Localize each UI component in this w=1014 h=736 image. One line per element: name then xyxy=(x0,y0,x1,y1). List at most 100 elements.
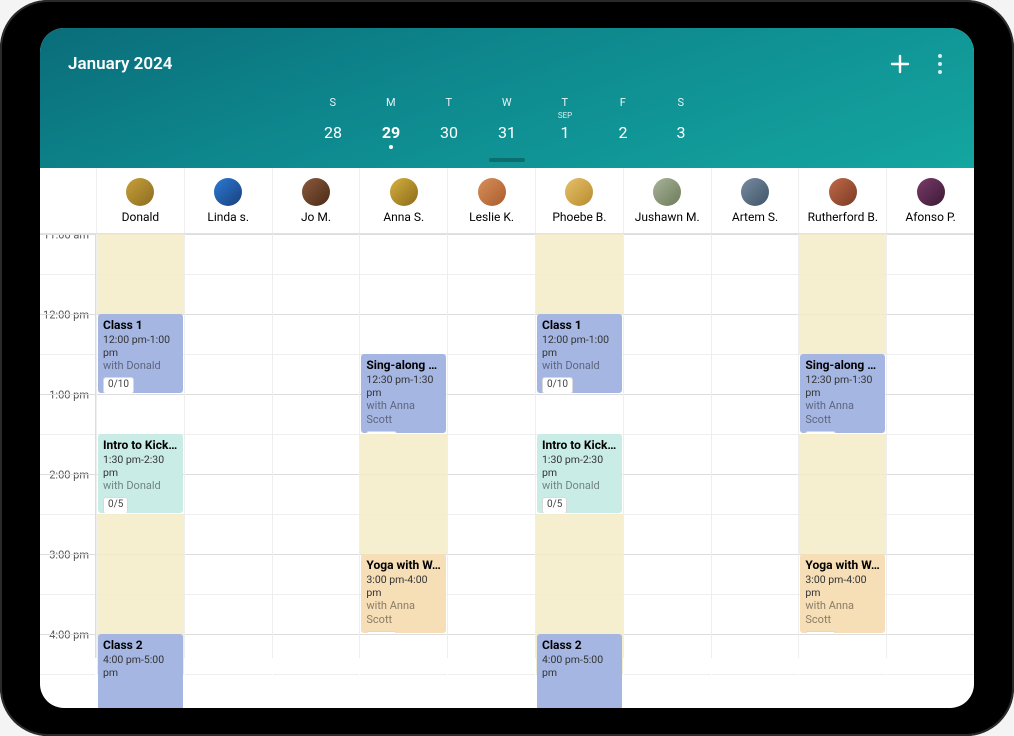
lane[interactable] xyxy=(447,234,535,658)
unavailable-block xyxy=(360,434,447,554)
avatar xyxy=(829,178,857,206)
event-title: Intro to Kickb… xyxy=(103,438,178,453)
event-title: Class 1 xyxy=(103,318,178,333)
time-label: 1:00 pm xyxy=(47,389,91,402)
lane[interactable] xyxy=(623,234,711,658)
staff-column-header[interactable]: Jushawn M. xyxy=(623,168,711,233)
day-abbr: T xyxy=(445,96,452,109)
weekday-selector: S 28 M29 T 30 W31 TSEP1 F2 S3 xyxy=(68,96,946,149)
event[interactable]: Class 24:00 pm-5:00 pm xyxy=(537,634,622,708)
lane[interactable] xyxy=(272,234,360,658)
staff-column-header[interactable]: Afonso P. xyxy=(886,168,974,233)
time-label: 12:00 pm xyxy=(41,309,91,322)
staff-name: Donald xyxy=(122,210,160,224)
staff-name: Jo M. xyxy=(301,210,331,224)
event-title: Yoga with W… xyxy=(366,558,441,573)
event-instructor: with Donald xyxy=(542,359,617,373)
staff-name: Afonso P. xyxy=(905,210,955,224)
day-abbr: S xyxy=(329,96,336,109)
avatar xyxy=(478,178,506,206)
event[interactable]: Yoga with W…3:00 pm-4:00 pmwith Anna Sco… xyxy=(800,554,885,633)
event-capacity: 0/10 xyxy=(366,431,397,433)
event-title: Class 2 xyxy=(542,638,617,653)
event-capacity: 0/10 xyxy=(366,631,397,633)
lane[interactable] xyxy=(711,234,799,658)
more-menu-button[interactable] xyxy=(934,50,946,78)
lane[interactable] xyxy=(184,234,272,658)
event[interactable]: Yoga with W…3:00 pm-4:00 pmwith Anna Sco… xyxy=(361,554,446,633)
add-event-button[interactable] xyxy=(888,52,912,76)
event[interactable]: Sing-along S…12:30 pm-1:30 pmwith Anna S… xyxy=(361,354,446,433)
staff-name: Leslie K. xyxy=(469,210,514,224)
event-capacity: 0/5 xyxy=(542,497,567,513)
avatar xyxy=(302,178,330,206)
calendar-grid-scroll[interactable]: 11:00 am12:00 pm1:00 pm2:00 pm3:00 pm4:0… xyxy=(40,234,974,708)
event-instructor: with Donald xyxy=(542,479,617,493)
event[interactable]: Sing-along S…12:30 pm-1:30 pmwith Anna S… xyxy=(800,354,885,433)
lane[interactable]: Sing-along S…12:30 pm-1:30 pmwith Anna S… xyxy=(359,234,447,658)
staff-column-header[interactable]: Phoebe B. xyxy=(535,168,623,233)
event-capacity: 0/5 xyxy=(103,497,128,513)
calendar-header: January 2024 S 28 M29 T 30 W31 TSEP1 F2 S3 xyxy=(40,28,974,168)
day-selector-28[interactable]: S 28 xyxy=(318,96,348,149)
avatar xyxy=(390,178,418,206)
event-title: Yoga with W… xyxy=(805,558,880,573)
lane[interactable]: Class 112:00 pm-1:00 pmwith Donald0/10 In… xyxy=(96,234,184,658)
staff-column-header[interactable]: Jo M. xyxy=(272,168,360,233)
event-instructor: with Anna Scott xyxy=(366,599,441,627)
event[interactable]: Class 112:00 pm-1:00 pmwith Donald0/10 xyxy=(537,314,622,393)
tablet-frame: January 2024 S28M29T30W31TSEP1F2S3 Do xyxy=(0,0,1014,736)
screen: January 2024 S28M29T30W31TSEP1F2S3 Do xyxy=(40,28,974,708)
event-instructor: with Anna Scott xyxy=(805,599,880,627)
day-selected-dot xyxy=(389,145,393,149)
event[interactable]: Class 112:00 pm-1:00 pmwith Donald0/10 xyxy=(98,314,183,393)
staff-column-header[interactable]: Leslie K. xyxy=(447,168,535,233)
event-capacity: 0/10 xyxy=(805,431,836,433)
avatar xyxy=(917,178,945,206)
day-selector-3[interactable]: S3 xyxy=(666,96,696,149)
event-time: 12:00 pm-1:00 pm xyxy=(542,333,617,359)
staff-column-header[interactable]: Rutherford B. xyxy=(798,168,886,233)
time-label: 2:00 pm xyxy=(47,469,91,482)
event[interactable]: Intro to Kickb…1:30 pm-2:30 pmwith Donal… xyxy=(537,434,622,513)
time-label: 4:00 pm xyxy=(47,629,91,642)
event-title: Sing-along S… xyxy=(366,358,441,373)
staff-column-header[interactable]: Linda s. xyxy=(184,168,272,233)
day-selector-29[interactable]: M29 xyxy=(376,96,406,149)
day-selector-2[interactable]: F2 xyxy=(608,96,638,149)
day-selector-31[interactable]: W31 xyxy=(492,96,522,149)
calendar-grid: 11:00 am12:00 pm1:00 pm2:00 pm3:00 pm4:0… xyxy=(40,234,974,658)
event-title: Class 1 xyxy=(542,318,617,333)
event-instructor: with Anna Scott xyxy=(366,399,441,427)
day-abbr: M xyxy=(386,96,396,109)
staff-column-header[interactable]: Anna S. xyxy=(359,168,447,233)
lane[interactable] xyxy=(886,234,974,658)
event-time: 3:00 pm-4:00 pm xyxy=(366,573,441,599)
event[interactable]: Intro to Kickb…1:30 pm-2:30 pmwith Donal… xyxy=(98,434,183,513)
event-title: Sing-along S… xyxy=(805,358,880,373)
event-time: 4:00 pm-5:00 pm xyxy=(103,653,178,679)
day-number: 3 xyxy=(677,123,686,142)
event-time: 4:00 pm-5:00 pm xyxy=(542,653,617,679)
day-number: 31 xyxy=(498,123,516,142)
avatar xyxy=(214,178,242,206)
event-instructor: with Donald xyxy=(103,479,178,493)
day-number: 28 xyxy=(324,123,342,142)
event-time: 12:30 pm-1:30 pm xyxy=(805,373,880,399)
lane[interactable]: Sing-along S…12:30 pm-1:30 pmwith Anna S… xyxy=(798,234,886,658)
day-month-label: SEP xyxy=(558,111,572,121)
event-instructor: with Anna Scott xyxy=(805,399,880,427)
lane[interactable]: Class 112:00 pm-1:00 pmwith Donald0/10 In… xyxy=(535,234,623,658)
event[interactable]: Class 24:00 pm-5:00 pm xyxy=(98,634,183,708)
staff-column-header[interactable]: Donald xyxy=(96,168,184,233)
drag-handle[interactable] xyxy=(489,158,525,162)
day-number: 30 xyxy=(440,123,458,142)
unavailable-block xyxy=(799,434,886,554)
staff-name: Artem S. xyxy=(732,210,778,224)
avatar xyxy=(565,178,593,206)
day-selector-1[interactable]: TSEP1 xyxy=(550,96,580,149)
day-selector-30[interactable]: T 30 xyxy=(434,96,464,149)
month-title[interactable]: January 2024 xyxy=(68,54,173,74)
staff-column-header[interactable]: Artem S. xyxy=(711,168,799,233)
time-label: 11:00 am xyxy=(41,234,91,242)
